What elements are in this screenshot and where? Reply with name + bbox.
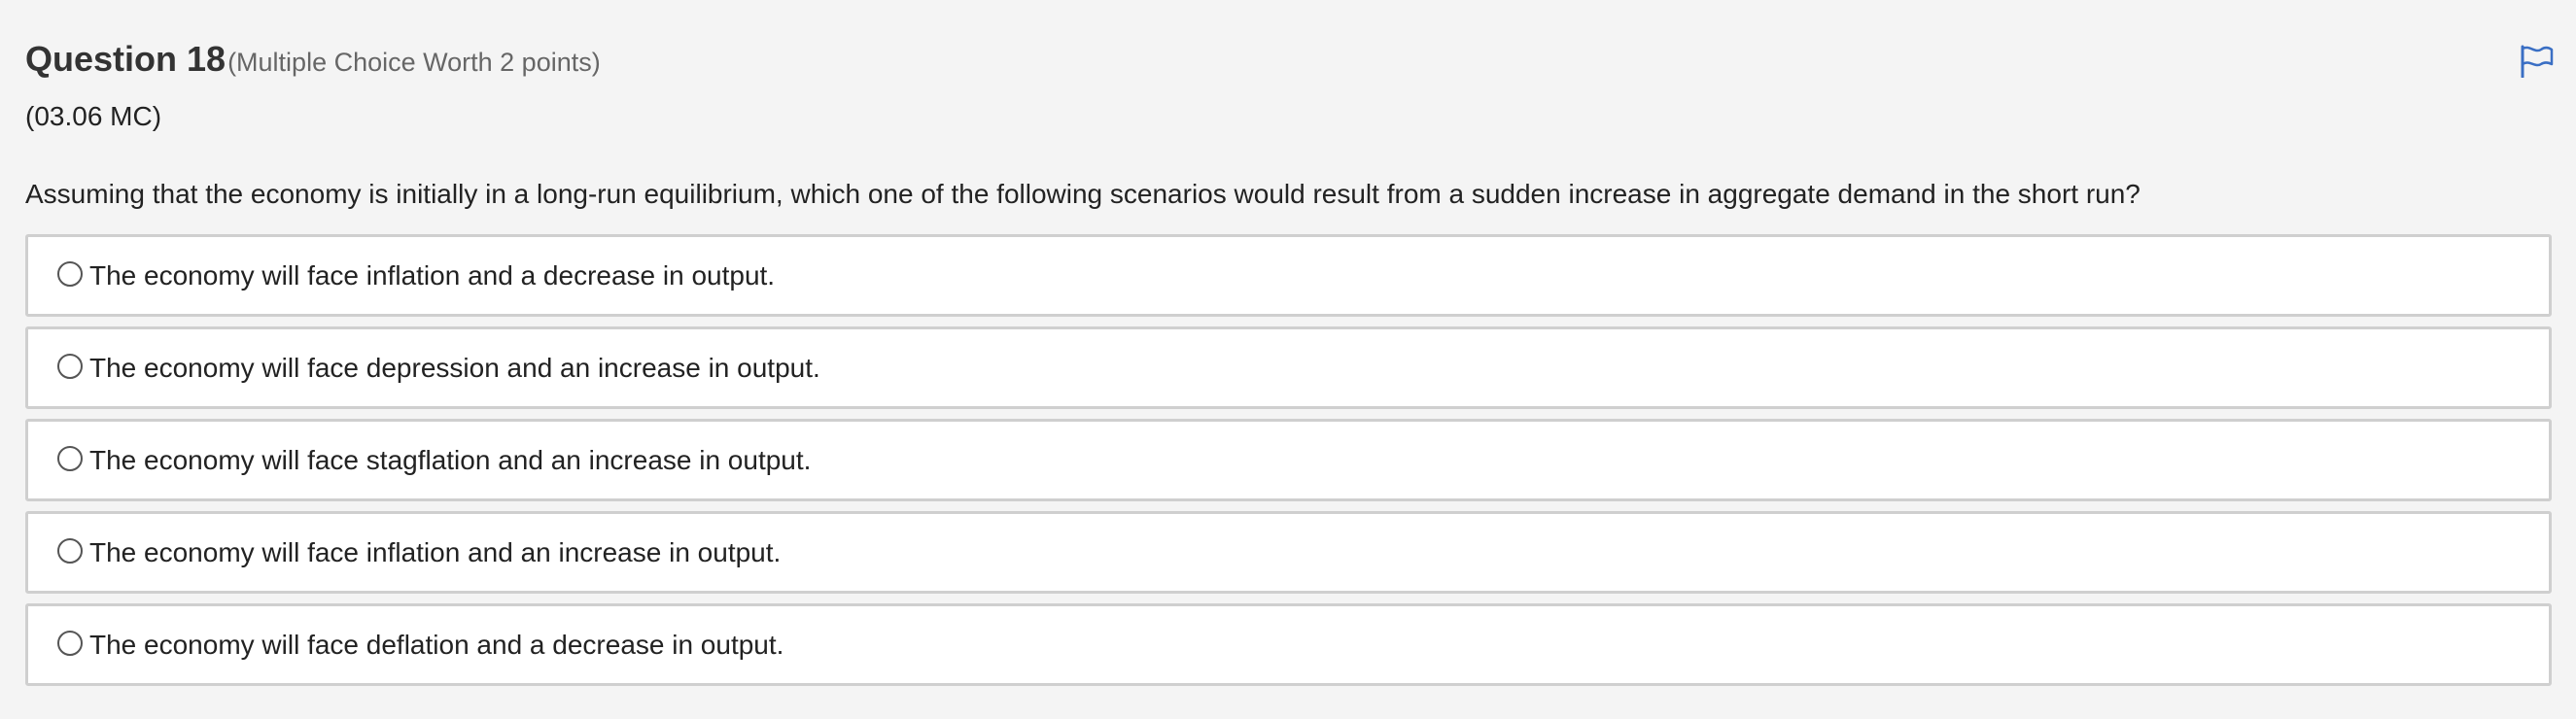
question-header: Question 18 (Multiple Choice Worth 2 poi… [25,39,601,80]
answer-option-1[interactable]: The economy will face inflation and a de… [25,234,2552,317]
answer-option-label: The economy will face inflation and a de… [89,259,776,291]
answer-option-3[interactable]: The economy will face stagflation and an… [25,419,2552,501]
flag-icon[interactable] [2520,45,2555,78]
radio-button[interactable] [57,630,83,656]
answer-option-label: The economy will face inflation and an i… [89,536,782,567]
question-page: Question 18 (Multiple Choice Worth 2 poi… [0,0,2576,719]
answer-options: The economy will face inflation and a de… [25,234,2552,696]
radio-button[interactable] [57,445,83,471]
answer-option-5[interactable]: The economy will face deflation and a de… [25,603,2552,686]
question-prompt: Assuming that the economy is initially i… [25,179,2141,209]
answer-option-label: The economy will face stagflation and an… [89,444,812,475]
radio-button[interactable] [57,537,83,564]
radio-button[interactable] [57,353,83,379]
answer-option-2[interactable]: The economy will face depression and an … [25,326,2552,409]
question-worth: (Multiple Choice Worth 2 points) [227,48,601,77]
radio-button[interactable] [57,260,83,287]
question-title: Question 18 [25,39,226,79]
question-code: (03.06 MC) [25,101,162,131]
answer-option-label: The economy will face depression and an … [89,352,820,383]
answer-option-4[interactable]: The economy will face inflation and an i… [25,511,2552,594]
answer-option-label: The economy will face deflation and a de… [89,629,784,660]
